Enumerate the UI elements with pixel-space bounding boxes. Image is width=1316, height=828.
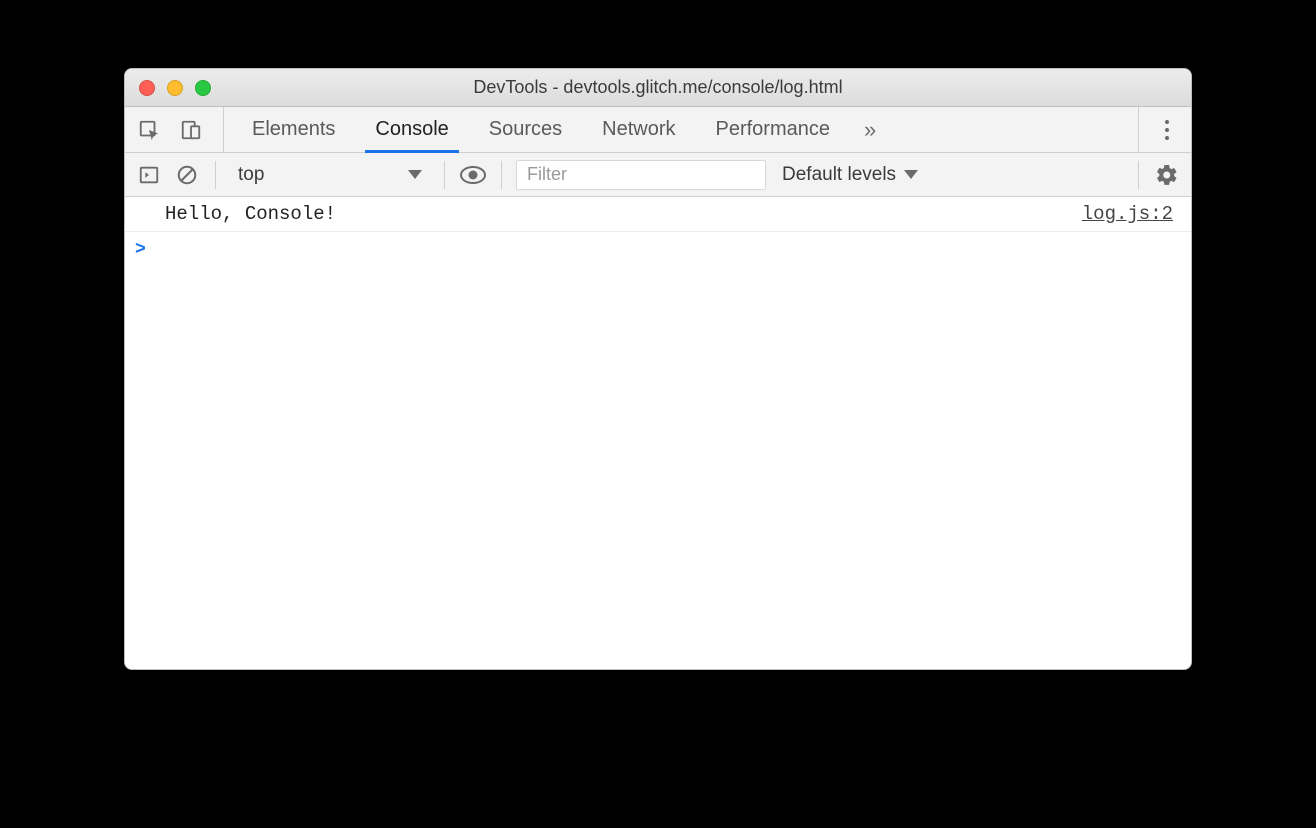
inspect-element-icon[interactable] [135,116,163,144]
log-message: Hello, Console! [165,203,336,225]
separator [501,161,502,189]
clear-console-icon[interactable] [173,161,201,189]
context-label: top [238,164,264,186]
prompt-caret-icon: > [135,240,146,260]
gear-icon [1155,163,1179,187]
separator [215,161,216,189]
window-title: DevTools - devtools.glitch.me/console/lo… [125,77,1191,98]
tab-label: Console [375,118,448,141]
chevron-double-right-icon: » [864,117,876,143]
levels-label: Default levels [782,164,896,186]
tab-network[interactable]: Network [582,107,695,152]
minimize-window-button[interactable] [167,80,183,96]
show-console-sidebar-icon[interactable] [135,161,163,189]
tab-elements[interactable]: Elements [232,107,355,152]
dot-icon [1165,128,1169,132]
log-levels-select[interactable]: Default levels [776,164,924,186]
tab-label: Sources [489,118,562,141]
tab-label: Network [602,118,675,141]
console-toolbar: top Default levels [125,153,1191,197]
titlebar: DevTools - devtools.glitch.me/console/lo… [125,69,1191,107]
tabs-right [1138,107,1181,152]
traffic-lights [125,80,211,96]
live-expression-icon[interactable] [459,161,487,189]
chevron-down-icon [408,170,422,179]
separator [444,161,445,189]
chevron-down-icon [904,170,918,179]
devtools-tabs-row: Elements Console Sources Network Perform… [125,107,1191,153]
console-log-row: Hello, Console! log.js:2 [125,197,1191,232]
separator [1138,161,1139,189]
tabs-left-tools [135,107,224,152]
console-settings-button[interactable] [1153,161,1181,189]
dot-icon [1165,136,1169,140]
log-source-link[interactable]: log.js:2 [1082,203,1173,225]
tab-label: Performance [716,118,831,141]
filter-input[interactable] [516,160,766,190]
devtools-tabs: Elements Console Sources Network Perform… [232,107,850,152]
dot-icon [1165,120,1169,124]
devtools-window: DevTools - devtools.glitch.me/console/lo… [124,68,1192,670]
tab-performance[interactable]: Performance [696,107,851,152]
execution-context-select[interactable]: top [230,164,430,186]
more-options-button[interactable] [1153,116,1181,144]
device-toolbar-icon[interactable] [177,116,205,144]
tab-sources[interactable]: Sources [469,107,582,152]
tab-console[interactable]: Console [355,107,468,152]
console-prompt-row[interactable]: > [125,232,1191,266]
console-body: Hello, Console! log.js:2 > [125,197,1191,669]
tabs-overflow-button[interactable]: » [850,107,890,152]
close-window-button[interactable] [139,80,155,96]
zoom-window-button[interactable] [195,80,211,96]
tab-label: Elements [252,118,335,141]
